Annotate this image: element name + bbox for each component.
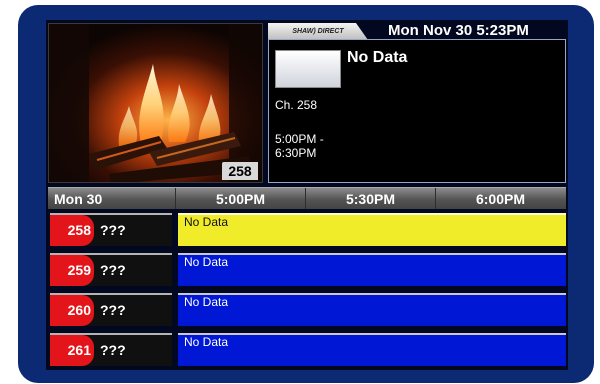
- program-time-end: 6:30PM: [275, 146, 317, 160]
- channel-name: ???: [100, 342, 126, 358]
- time-slot: 5:00PM: [175, 188, 305, 209]
- program-channel: Ch. 258: [275, 98, 318, 112]
- guide-row: 259 ??? No Data: [48, 250, 566, 286]
- program-cell[interactable]: No Data: [178, 293, 566, 326]
- channel-name: ???: [100, 262, 126, 278]
- video-preview: 258: [48, 23, 263, 183]
- program-info-panel: No Data Ch. 258 5:00PM - 6:30PM: [268, 39, 566, 183]
- channel-cell[interactable]: 260 ???: [50, 293, 172, 326]
- channel-name: ???: [100, 222, 126, 238]
- guide-row: 258 ??? No Data: [48, 210, 566, 246]
- channel-number: 259: [50, 255, 94, 286]
- time-slot: 5:30PM: [305, 188, 435, 209]
- program-cell[interactable]: No Data: [178, 333, 566, 366]
- guide-row: 261 ??? No Data: [48, 330, 566, 366]
- channel-cell[interactable]: 258 ???: [50, 213, 172, 246]
- channel-cell[interactable]: 261 ???: [50, 333, 172, 366]
- channel-name: ???: [100, 302, 126, 318]
- time-slot: 6:00PM: [435, 188, 565, 209]
- fireplace-image: [49, 24, 262, 182]
- channel-number: 261: [50, 335, 94, 366]
- program-time-start: 5:00PM -: [275, 132, 324, 146]
- channel-number: 260: [50, 295, 94, 326]
- channel-cell[interactable]: 259 ???: [50, 253, 172, 286]
- guide-time-header: Mon 30 5:00PM 5:30PM 6:00PM: [48, 187, 566, 209]
- date-time: Mon Nov 30 5:23PM: [388, 22, 529, 39]
- program-cell[interactable]: No Data: [178, 253, 566, 286]
- guide-screen: 258 SHAW) DIRECT Mon Nov 30 5:23PM No Da…: [46, 20, 568, 370]
- guide-row: 260 ??? No Data: [48, 290, 566, 326]
- program-title: No Data: [347, 49, 408, 66]
- brand-logo: SHAW) DIRECT: [268, 23, 368, 40]
- guide-date: Mon 30: [54, 191, 103, 207]
- channel-number: 258: [50, 215, 94, 246]
- program-cell-selected[interactable]: No Data: [178, 213, 566, 246]
- preview-channel-badge: 258: [222, 162, 258, 180]
- program-time: 5:00PM - 6:30PM: [275, 132, 335, 160]
- program-thumbnail: [275, 50, 341, 88]
